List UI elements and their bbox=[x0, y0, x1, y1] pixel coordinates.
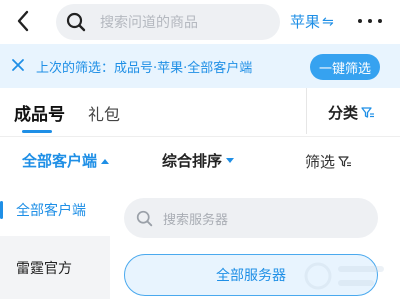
filter-funnel-icon bbox=[361, 106, 375, 118]
last-filter-text: 上次的筛选：成品号·苹果·全部客户端 bbox=[36, 61, 253, 76]
client-label: 全部客户端 bbox=[16, 203, 86, 219]
search-input[interactable]: 搜索问道的商品 bbox=[56, 4, 280, 40]
server-search-placeholder: 搜索服务器 bbox=[163, 212, 229, 228]
tab-active-indicator bbox=[22, 130, 52, 133]
close-icon[interactable] bbox=[10, 57, 26, 73]
client-sort-label: 全部客户端 bbox=[22, 152, 98, 170]
caret-down-icon bbox=[226, 157, 235, 163]
search-placeholder: 搜索问道的商品 bbox=[100, 15, 198, 31]
divider bbox=[0, 136, 400, 137]
client-label: 雷霆官方 bbox=[16, 260, 72, 277]
order-sort-label: 综合排序 bbox=[162, 152, 223, 170]
filter-label: 筛选 bbox=[305, 153, 336, 171]
game-label: 苹果 bbox=[290, 13, 321, 31]
more-dot-icon bbox=[378, 19, 382, 23]
client-item-all[interactable]: 全部客户端 bbox=[0, 184, 110, 236]
top-bar: 搜索问道的商品 苹果 ⇋ bbox=[0, 0, 400, 42]
more-dot-icon bbox=[368, 19, 372, 23]
active-indicator bbox=[0, 201, 3, 219]
category-button[interactable]: 分类 bbox=[328, 102, 375, 123]
filter-button[interactable]: 筛选 bbox=[305, 151, 352, 172]
watermark-logo bbox=[304, 262, 384, 290]
tab-gift-pack[interactable]: 礼包 bbox=[88, 101, 120, 125]
caret-up-icon bbox=[101, 158, 110, 164]
more-menu-button[interactable] bbox=[358, 13, 382, 29]
client-list: 全部客户端 雷霆官方 bbox=[0, 184, 110, 299]
chevron-left-icon bbox=[17, 10, 29, 32]
server-search-input[interactable]: 搜索服务器 bbox=[124, 198, 378, 238]
game-switch-button[interactable]: 苹果 ⇋ bbox=[290, 11, 334, 32]
back-button[interactable] bbox=[10, 7, 36, 35]
client-sort-dropdown[interactable]: 全部客户端 bbox=[22, 150, 110, 171]
filter-funnel-icon bbox=[338, 155, 352, 167]
client-item-official[interactable]: 雷霆官方 bbox=[0, 236, 110, 299]
one-click-filter-button[interactable]: 一键筛选 bbox=[310, 54, 380, 80]
more-dot-icon bbox=[358, 19, 362, 23]
search-icon bbox=[66, 12, 86, 32]
category-label: 分类 bbox=[328, 104, 359, 122]
switch-icon: ⇋ bbox=[322, 13, 334, 30]
search-icon bbox=[136, 210, 153, 226]
divider bbox=[306, 88, 307, 134]
order-sort-dropdown[interactable]: 综合排序 bbox=[162, 150, 235, 171]
tab-finished-account[interactable]: 成品号 bbox=[14, 100, 65, 125]
